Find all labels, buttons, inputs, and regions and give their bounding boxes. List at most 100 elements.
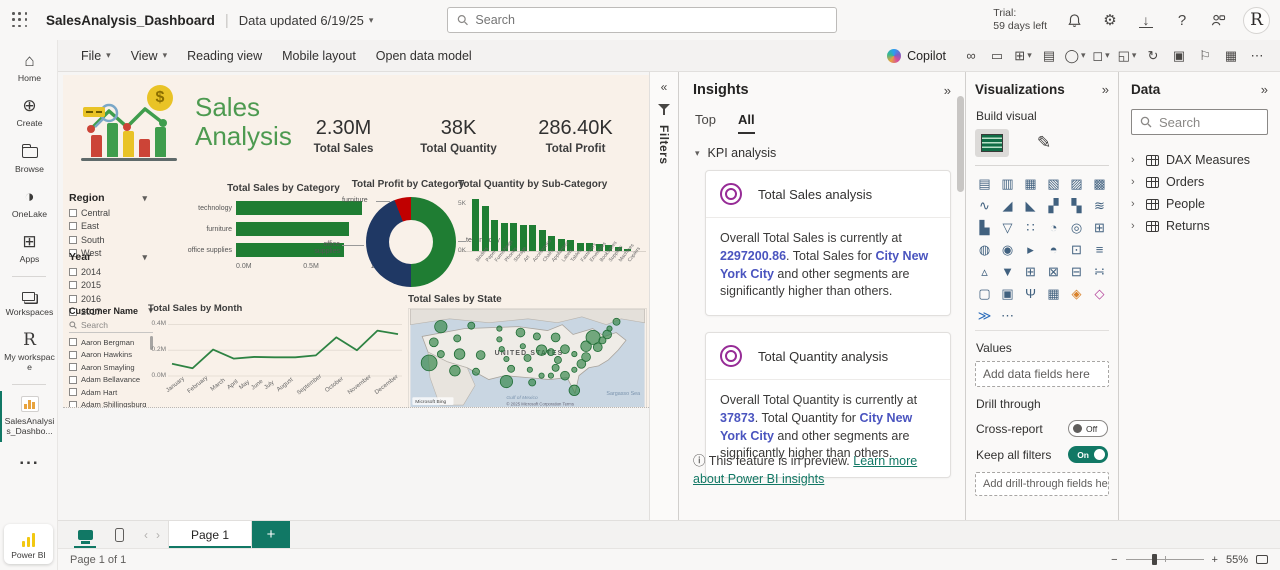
zoom-slider[interactable]	[1126, 559, 1204, 561]
sidebar-item-salesanalysis-report[interactable]: SalesAnalysis_Dashbo...	[0, 391, 57, 442]
download-icon[interactable]: ↓	[1135, 12, 1157, 28]
global-search[interactable]	[447, 7, 837, 33]
slicer-option[interactable]: Adam Hart	[69, 388, 153, 397]
slicer-option[interactable]: Central	[69, 208, 147, 218]
data-table-dax-measures[interactable]: ›DAX Measures	[1131, 149, 1268, 171]
map-bubble[interactable]	[500, 375, 512, 387]
power-bi-switcher[interactable]: Power BI	[4, 524, 53, 564]
map-bubble[interactable]	[572, 367, 577, 372]
feedback-share-icon[interactable]	[1207, 13, 1229, 28]
kpi-analysis-section-toggle[interactable]: ▾ KPI analysis	[695, 146, 951, 160]
map-bubble[interactable]	[450, 365, 461, 376]
map-bubble[interactable]	[437, 351, 444, 358]
checkbox[interactable]	[69, 376, 77, 384]
checkbox[interactable]	[69, 281, 77, 289]
line-and-clustered-column-chart-icon[interactable]: ▚	[1067, 197, 1086, 214]
quantity-by-subcategory-chart[interactable]: Total Quantity by Sub-Category 5K 0K Bin…	[458, 179, 646, 272]
map-bubble[interactable]	[547, 349, 554, 356]
map-bubble[interactable]	[435, 320, 447, 332]
map-bubble[interactable]	[554, 356, 561, 363]
pie-chart-icon[interactable]: ◔	[1044, 219, 1063, 236]
expand-filters-icon[interactable]: «	[661, 80, 668, 94]
100-stacked-column-chart-icon[interactable]: ▩	[1090, 175, 1109, 192]
comment-icon[interactable]: ▭	[984, 45, 1010, 67]
matrix-icon[interactable]: ⊠	[1044, 263, 1063, 280]
slicer-option[interactable]: East	[69, 221, 147, 231]
qa-icon[interactable]: ▢	[975, 285, 994, 302]
azure-map-icon[interactable]: ▸	[1021, 241, 1040, 258]
map-bubble[interactable]	[472, 368, 479, 375]
text-slicer-icon[interactable]: ⊟	[1067, 263, 1086, 280]
data-table-orders[interactable]: ›Orders	[1131, 171, 1268, 193]
data-table-people[interactable]: ›People	[1131, 193, 1268, 215]
bar-accessories[interactable]	[529, 225, 536, 251]
map-bubble[interactable]	[552, 364, 559, 371]
checkbox[interactable]	[69, 401, 77, 409]
checkbox[interactable]	[69, 295, 77, 303]
map-bubble[interactable]	[516, 328, 525, 337]
add-drill-through-fields-well[interactable]: Add drill-through fields here	[975, 472, 1109, 496]
map-bubble[interactable]	[607, 326, 612, 331]
checkbox[interactable]	[69, 351, 77, 359]
donut-chart-icon[interactable]: ◎	[1067, 219, 1086, 236]
sidebar-item-workspaces[interactable]: Workspaces	[0, 283, 57, 323]
explore-icon[interactable]: ∞	[958, 45, 984, 66]
duplicate-icon[interactable]: ◱▾	[1114, 45, 1140, 67]
card-icon[interactable]: ⊡	[1067, 241, 1086, 258]
data-search[interactable]: Search	[1131, 109, 1268, 135]
100-stacked-bar-chart-icon[interactable]: ▨	[1067, 175, 1086, 192]
refresh-icon[interactable]: ↻	[1140, 45, 1166, 67]
slicer-option[interactable]: Aaron Smayling	[69, 363, 153, 372]
power-apps-icon[interactable]: ◇	[1090, 285, 1109, 302]
map-bubble[interactable]	[533, 333, 540, 340]
sidebar-item-create[interactable]: ⊕ Create	[0, 91, 57, 134]
slicer-option[interactable]: 2014	[69, 267, 147, 277]
kpi-total-profit[interactable]: 286.40KTotal Profit	[508, 117, 643, 155]
treemap-icon[interactable]: ⊞	[1090, 219, 1109, 236]
checkbox[interactable]	[69, 338, 77, 346]
expand-chevron-icon[interactable]: ›	[1131, 220, 1139, 232]
metrics-icon[interactable]: Ψ	[1021, 285, 1040, 302]
checkbox[interactable]	[69, 209, 77, 217]
zoom-in-button[interactable]: +	[1212, 554, 1218, 566]
line-chart-icon[interactable]: ∿	[975, 197, 994, 214]
map-bubble[interactable]	[527, 367, 532, 372]
shapes-icon[interactable]: ◯▾	[1062, 45, 1088, 67]
map-bubble[interactable]	[468, 322, 475, 329]
power-automate-icon[interactable]: ≫	[975, 307, 994, 324]
page-tab[interactable]: Page 1	[168, 521, 252, 548]
area-chart-icon[interactable]: ◢	[998, 197, 1017, 214]
cross-report-toggle[interactable]: Off	[1068, 420, 1108, 437]
map-bubble[interactable]	[539, 373, 544, 378]
map-bubble[interactable]	[536, 345, 547, 356]
map-bubble[interactable]	[499, 347, 504, 352]
notifications-icon[interactable]	[1063, 13, 1085, 28]
sidebar-more-button[interactable]: ...	[0, 444, 57, 475]
sidebar-item-home[interactable]: ⌂ Home	[0, 46, 57, 89]
next-page-icon[interactable]: ›	[156, 528, 160, 542]
funnel-chart-icon[interactable]: ▽	[998, 219, 1017, 236]
slicer-option[interactable]: 2015	[69, 280, 147, 290]
slicer-option[interactable]: 2016	[69, 294, 147, 304]
arcgis-map-icon[interactable]: ◈	[1067, 285, 1086, 302]
map-bubble[interactable]	[599, 337, 606, 344]
gift-icon[interactable]: ▦	[1218, 45, 1244, 67]
menu-reading-view[interactable]: Reading view	[178, 45, 271, 67]
checkbox[interactable]	[69, 222, 77, 230]
map-bubble[interactable]	[497, 326, 502, 331]
pin-icon[interactable]: ⚐	[1192, 45, 1218, 67]
map-bubble[interactable]	[529, 379, 536, 386]
slicer-option[interactable]: Adam Shillingsburg	[69, 400, 153, 408]
expand-chevron-icon[interactable]: ›	[1131, 198, 1139, 210]
more-visuals-icon[interactable]: ⋯	[998, 307, 1017, 324]
checkbox[interactable]	[69, 268, 77, 276]
filter-icon[interactable]	[658, 104, 670, 115]
slicer-option[interactable]: Aaron Bergman	[69, 338, 153, 347]
map-bubble[interactable]	[582, 353, 591, 362]
map-bubble[interactable]	[429, 338, 438, 347]
sales-by-month-chart[interactable]: Total Sales by Month 0.0M0.2M0.4M Januar…	[148, 303, 404, 397]
map-bubble[interactable]	[497, 337, 502, 342]
paginated-report-icon[interactable]: ▦	[1044, 285, 1063, 302]
fit-to-page-icon[interactable]	[1256, 555, 1268, 564]
help-icon[interactable]: ?	[1171, 12, 1193, 29]
